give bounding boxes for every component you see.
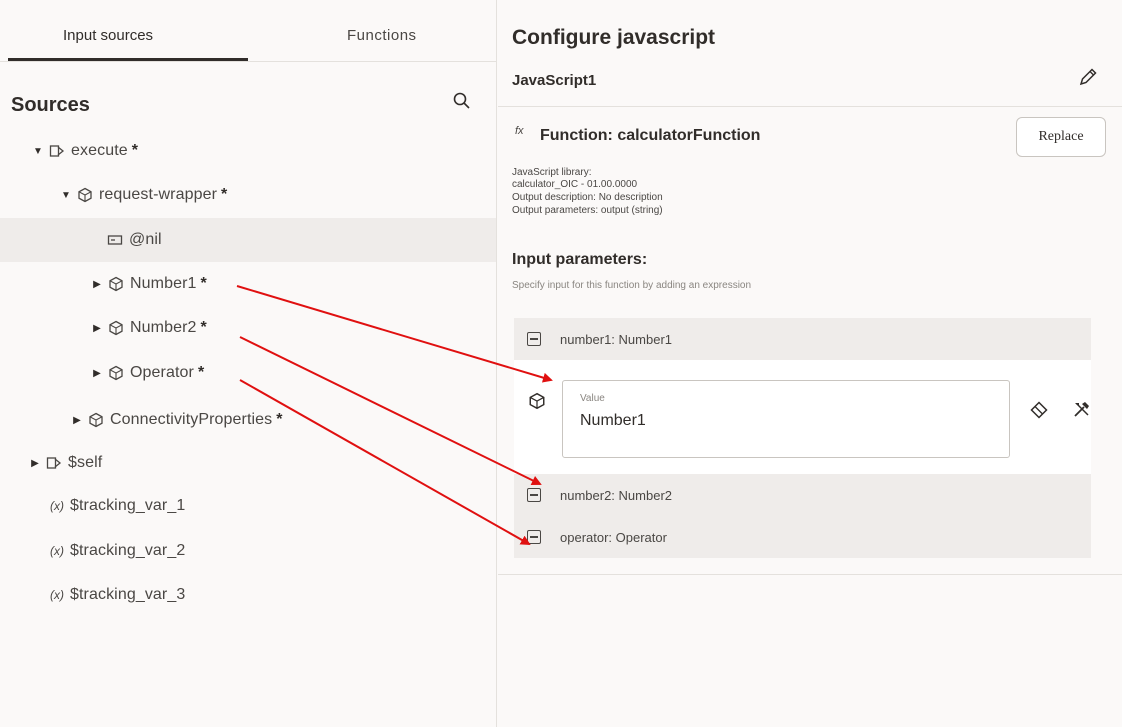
required-marker: * [200,319,207,336]
tree-item-nil[interactable]: @nil [0,218,496,262]
param-body-number1: Value Number1 [514,360,1091,474]
param-header-number2[interactable]: number2: Number2 [514,474,1091,516]
tree-item-connectivity-properties[interactable]: ▶ ConnectivityProperties * [0,398,496,442]
divider [498,574,1122,575]
param-header-operator[interactable]: operator: Operator [514,516,1091,558]
tree-item-label: Number2 [130,319,197,336]
message-icon [49,145,65,157]
param-header-label: number2: Number2 [560,487,672,503]
tree-item-label: ConnectivityProperties [110,411,273,428]
function-icon: fx [515,125,524,137]
value-field-label: Value [580,393,605,404]
tree-item-label: execute [71,142,128,159]
library-label: JavaScript library: [512,167,592,178]
tree-item-label: $self [68,454,103,471]
tree-item-label: @nil [129,231,162,248]
input-sources-panel: Input sources Functions Sources ▼ execut… [0,0,497,727]
attribute-icon [107,235,123,245]
param-header-label: operator: Operator [560,529,667,545]
function-title: Function: calculatorFunction [540,127,761,144]
caret-right-icon[interactable]: ▶ [72,415,82,426]
tree-item-execute[interactable]: ▼ execute * [0,129,496,173]
caret-right-icon[interactable]: ▶ [30,458,40,469]
required-marker: * [200,275,207,292]
tree-item-label: Operator [130,364,194,381]
tree-item-operator[interactable]: ▶ Operator * [0,351,496,395]
variable-icon: (x) [50,544,64,558]
collapse-icon[interactable] [527,530,541,544]
element-icon [109,276,123,292]
message-icon [46,457,62,469]
output-parameters: Output parameters: output (string) [512,205,663,216]
panel-tabs: Input sources Functions [0,0,496,62]
tools-icon[interactable] [1072,400,1092,420]
caret-right-icon[interactable]: ▶ [92,279,102,290]
action-name: JavaScript1 [512,72,597,89]
element-icon [89,412,103,428]
tree-item-label: $tracking_var_2 [70,542,186,559]
tab-functions[interactable]: Functions [347,27,417,44]
required-marker: * [221,186,228,203]
tree-item-label: Number1 [130,275,197,292]
tree-item-tracking-var-2[interactable]: (x) $tracking_var_2 [0,529,496,573]
search-icon[interactable] [452,91,472,111]
output-description: Output description: No description [512,192,663,203]
caret-down-icon[interactable]: ▼ [61,190,71,201]
value-expression-field[interactable]: Value Number1 [562,380,1010,458]
tree-item-label: request-wrapper [99,186,217,203]
value-field-value: Number1 [580,412,646,429]
panel-title: Configure javascript [512,26,716,49]
variable-icon: (x) [50,499,64,513]
caret-right-icon[interactable]: ▶ [92,323,102,334]
required-marker: * [131,142,138,159]
caret-right-icon[interactable]: ▶ [92,368,102,379]
element-icon [109,320,123,336]
eraser-icon[interactable] [1029,400,1049,420]
tabs-divider [0,61,496,62]
element-icon [78,187,92,203]
tab-input-sources[interactable]: Input sources [63,27,153,44]
edit-pencil-icon[interactable] [1077,66,1099,88]
collapse-icon[interactable] [527,332,541,346]
required-marker: * [276,411,283,428]
variable-icon: (x) [50,588,64,602]
tree-item-number1[interactable]: ▶ Number1 * [0,262,496,306]
param-header-number1[interactable]: number1: Number1 [514,318,1091,360]
replace-button[interactable]: Replace [1016,117,1106,157]
tree-item-number2[interactable]: ▶ Number2 * [0,306,496,350]
tree-item-self[interactable]: ▶ $self [0,441,496,485]
tree-item-tracking-var-1[interactable]: (x) $tracking_var_1 [0,484,496,528]
caret-down-icon[interactable]: ▼ [33,146,43,157]
tree-item-tracking-var-3[interactable]: (x) $tracking_var_3 [0,573,496,617]
tree-item-request-wrapper[interactable]: ▼ request-wrapper * [0,173,496,217]
param-header-label: number1: Number1 [560,331,672,347]
configure-panel: Configure javascript JavaScript1 fx Func… [498,0,1122,727]
input-parameters-help: Specify input for this function by addin… [512,280,752,291]
tree-item-label: $tracking_var_3 [70,586,186,603]
divider [498,106,1122,107]
sources-heading: Sources [11,94,90,116]
collapse-icon[interactable] [527,488,541,502]
element-icon [529,392,545,410]
tree-item-label: $tracking_var_1 [70,497,186,514]
element-icon [109,365,123,381]
input-parameters-heading: Input parameters: [512,251,648,268]
required-marker: * [197,364,205,381]
library-version: calculator_OIC - 01.00.0000 [512,179,638,190]
